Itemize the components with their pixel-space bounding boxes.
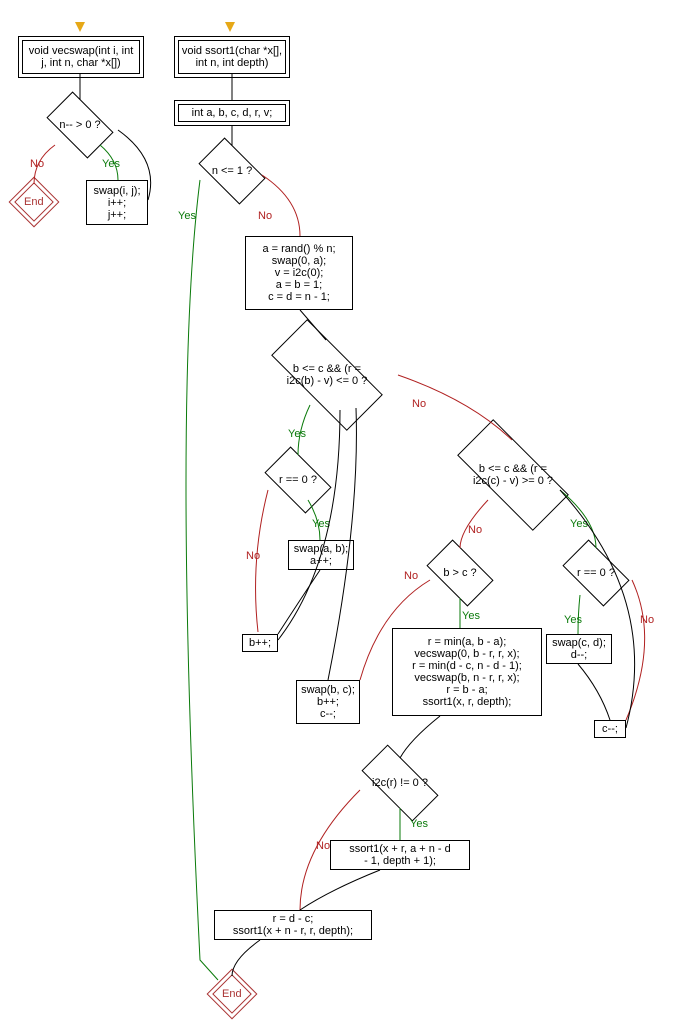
process-node: r = min(a, b - a); vecswap(0, b - r, r, …	[392, 628, 542, 716]
decision-node: r == 0 ?	[258, 455, 338, 505]
decision-node: r == 0 ?	[556, 548, 636, 598]
node-text: End	[222, 988, 242, 1000]
process-node: r = d - c; ssort1(x + n - r, r, depth);	[214, 910, 372, 940]
edge-label-no: No	[246, 550, 260, 562]
node-text: b++;	[249, 637, 271, 649]
node-text: b <= c && (r = i2c(c) - v) >= 0 ?	[473, 463, 553, 487]
entry-arrow-icon	[225, 22, 235, 32]
node-text: r == 0 ?	[577, 567, 615, 579]
node-text: i2c(r) != 0 ?	[372, 777, 428, 789]
decision-node: b <= c && (r = i2c(b) - v) <= 0 ?	[252, 340, 402, 410]
edge-label-yes: Yes	[288, 428, 306, 440]
node-text: r = min(a, b - a); vecswap(0, b - r, r, …	[412, 636, 522, 708]
process-node: a = rand() % n; swap(0, a); v = i2c(0); …	[245, 236, 353, 310]
node-text: r == 0 ?	[279, 474, 317, 486]
node-text: b <= c && (r = i2c(b) - v) <= 0 ?	[287, 363, 368, 387]
edge-label-no: No	[468, 524, 482, 536]
edge-label-no: No	[412, 398, 426, 410]
node-text: End	[24, 196, 44, 208]
decision-node: i2c(r) != 0 ?	[350, 758, 450, 808]
declaration-node: int a, b, c, d, r, v;	[178, 104, 286, 122]
edge-label-yes: Yes	[570, 518, 588, 530]
process-node: ssort1(x + r, a + n - d - 1, depth + 1);	[330, 840, 470, 870]
node-text: swap(i, j); i++; j++;	[93, 185, 140, 221]
process-node: swap(a, b); a++;	[288, 540, 354, 570]
decision-node: b <= c && (r = i2c(c) - v) >= 0 ?	[438, 440, 588, 510]
process-node: swap(b, c); b++; c--;	[296, 680, 360, 724]
node-text: b > c ?	[443, 567, 476, 579]
flowchart-edges	[0, 0, 678, 1033]
decision-node: b > c ?	[420, 548, 500, 598]
node-text: a = rand() % n; swap(0, a); v = i2c(0); …	[262, 243, 335, 303]
node-text: n-- > 0 ?	[59, 119, 100, 131]
edge-label-yes: Yes	[410, 818, 428, 830]
start-node-vecswap: void vecswap(int i, int j, int n, char *…	[22, 40, 140, 74]
node-text: void ssort1(char *x[], int n, int depth)	[182, 45, 282, 69]
edge-label-no: No	[30, 158, 44, 170]
entry-arrow-icon	[75, 22, 85, 32]
decision-node: n-- > 0 ?	[40, 100, 120, 150]
node-text: c--;	[602, 723, 618, 735]
node-text: int a, b, c, d, r, v;	[192, 107, 273, 119]
process-node: c--;	[594, 720, 626, 738]
node-text: swap(c, d); d--;	[552, 637, 606, 661]
node-text: swap(b, c); b++; c--;	[301, 684, 355, 720]
edge-label-yes: Yes	[564, 614, 582, 626]
end-node: End	[14, 182, 54, 222]
node-text: r = d - c; ssort1(x + n - r, r, depth);	[233, 913, 353, 937]
edge-label-no: No	[316, 840, 330, 852]
edge-label-no: No	[640, 614, 654, 626]
edge-label-yes: Yes	[312, 518, 330, 530]
node-text: n <= 1 ?	[212, 165, 252, 177]
process-node: swap(c, d); d--;	[546, 634, 612, 664]
process-node: b++;	[242, 634, 278, 652]
process-node: swap(i, j); i++; j++;	[86, 180, 148, 225]
start-node-ssort1: void ssort1(char *x[], int n, int depth)	[178, 40, 286, 74]
edge-label-no: No	[404, 570, 418, 582]
end-node: End	[212, 974, 252, 1014]
node-text: swap(a, b); a++;	[294, 543, 348, 567]
edge-label-no: No	[258, 210, 272, 222]
node-text: ssort1(x + r, a + n - d - 1, depth + 1);	[349, 843, 451, 867]
edge-label-yes: Yes	[102, 158, 120, 170]
edge-label-yes: Yes	[462, 610, 480, 622]
edge-label-yes: Yes	[178, 210, 196, 222]
node-text: void vecswap(int i, int j, int n, char *…	[29, 45, 134, 69]
decision-node: n <= 1 ?	[192, 146, 272, 196]
